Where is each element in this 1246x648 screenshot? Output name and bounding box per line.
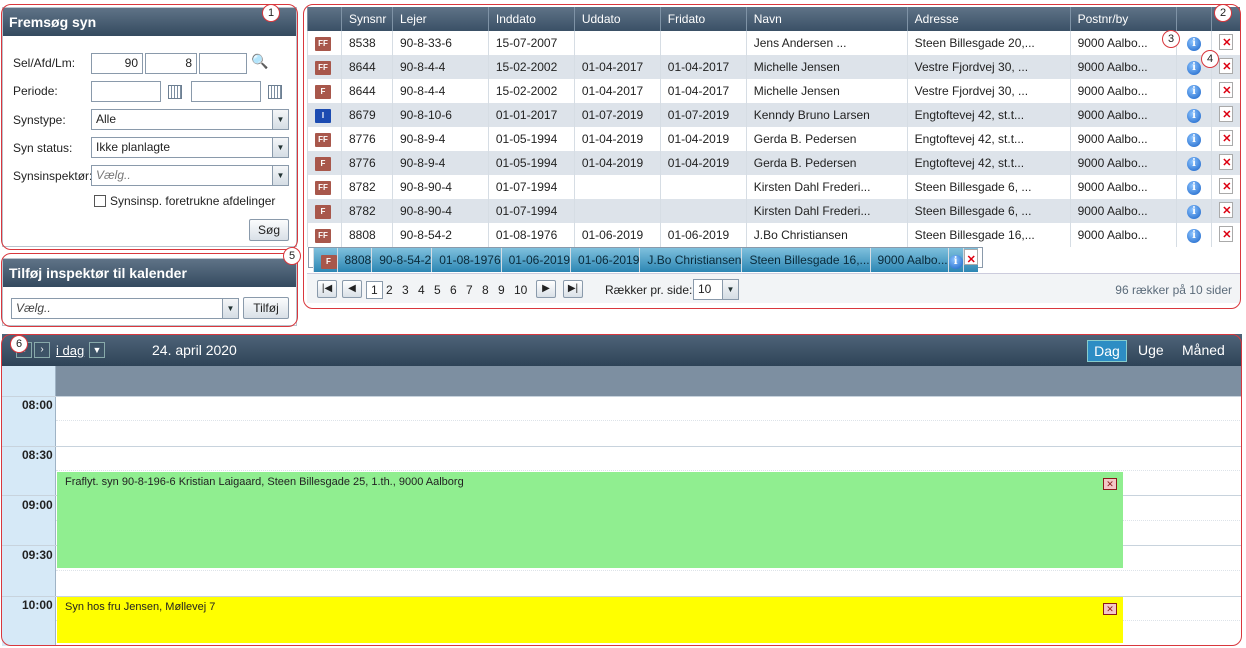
callout-number: 6 [10, 335, 28, 353]
callout-frame [303, 4, 1241, 309]
callout-number: 4 [1201, 50, 1219, 68]
callout-frame [1, 253, 298, 327]
callout-number: 1 [262, 4, 280, 22]
callout-frame [1, 334, 1242, 646]
callout-frame [1, 4, 298, 250]
callout-number: 5 [283, 247, 301, 265]
callout-number: 2 [1214, 4, 1232, 22]
callout-number: 3 [1162, 30, 1180, 48]
